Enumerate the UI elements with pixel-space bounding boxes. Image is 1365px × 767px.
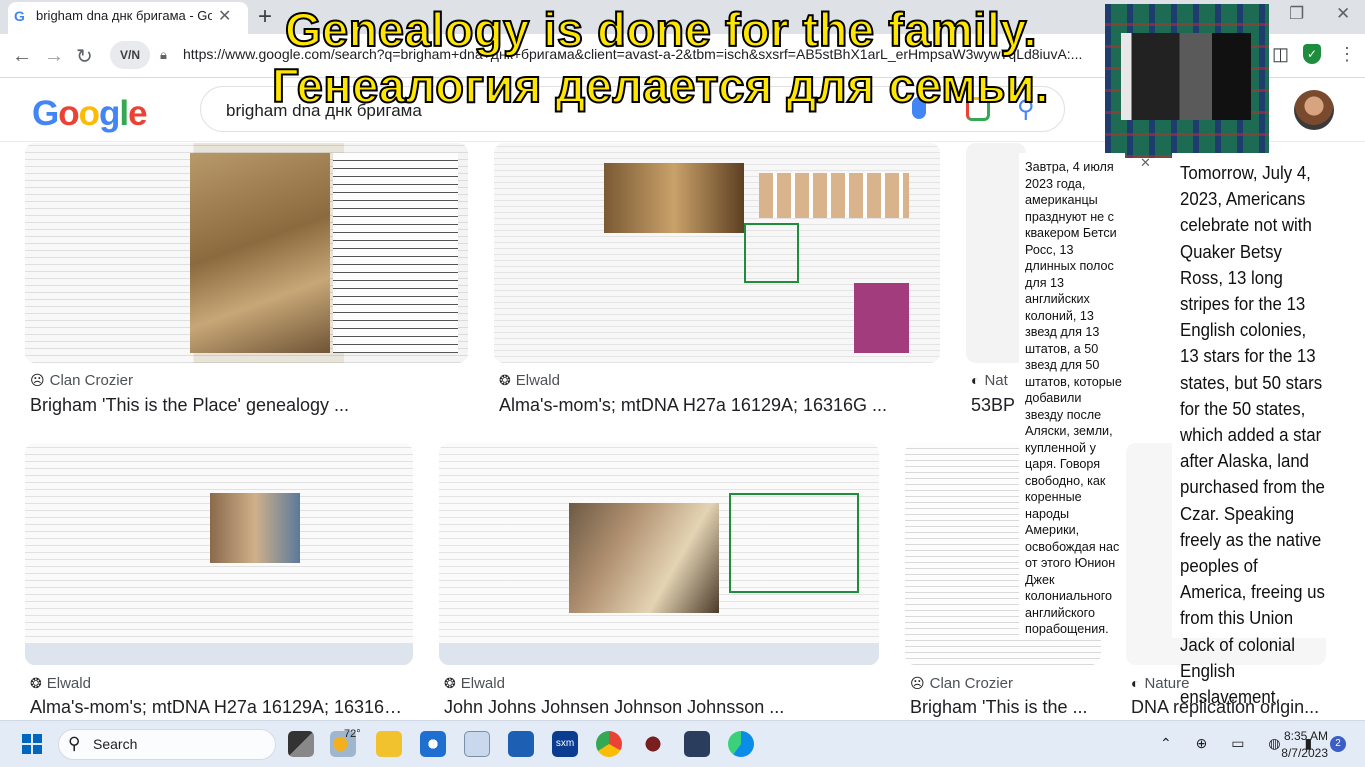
reload-icon[interactable]: ↻ [76, 44, 93, 69]
clock-time[interactable]: 8:35 AM [1278, 729, 1328, 743]
search-icon: ⚲ [68, 734, 81, 753]
source-favicon-icon: ❂ [444, 675, 456, 691]
new-tab-button[interactable]: + [258, 3, 272, 31]
avatar[interactable] [1294, 90, 1334, 130]
weather-temperature: 72° [344, 728, 361, 740]
siriusxm-icon[interactable]: sxm [552, 731, 578, 757]
security-shield-icon[interactable]: ✓ [1303, 44, 1321, 64]
window-close-button[interactable]: ✕ [1336, 4, 1350, 24]
result-source[interactable]: ☹ Clan Crozier [910, 675, 1013, 692]
result-title[interactable]: John Johns Johnsen Johnson Johnsson ... [444, 697, 884, 718]
vpn-button[interactable]: V/N [110, 41, 150, 69]
result-title[interactable]: Alma's-mom's; mtDNA H27a 16129A; 16316G … [30, 697, 410, 718]
result-source[interactable]: ❂ Elwald [444, 675, 505, 692]
side-panel-icon[interactable]: ◫ [1272, 44, 1289, 65]
notification-badge[interactable]: 2 [1330, 736, 1346, 752]
source-favicon-icon: ◐ [1131, 675, 1140, 691]
notepad-icon[interactable] [508, 731, 534, 757]
source-favicon-icon: ❂ [499, 372, 511, 388]
english-note-text: Tomorrow, July 4, 2023, Americans celebr… [1180, 162, 1325, 708]
file-explorer-icon[interactable] [376, 731, 402, 757]
app-icon[interactable] [684, 731, 710, 757]
result-thumbnail[interactable] [25, 143, 468, 363]
portrait-photo-image [1121, 33, 1251, 120]
result-thumbnail[interactable] [494, 143, 940, 363]
result-source[interactable]: ❂ Elwald [499, 372, 560, 389]
source-label: Elwald [460, 675, 505, 692]
result-title[interactable]: Brigham 'This is the ... [910, 697, 1100, 718]
result-title[interactable]: Alma's-mom's; mtDNA H27a 16129A; 16316G … [499, 395, 939, 416]
result-title[interactable]: Brigham 'This is the Place' genealogy ..… [30, 395, 450, 416]
taskbar-search-label: Search [93, 736, 138, 752]
source-favicon-icon: ☹ [910, 675, 925, 691]
note-close-icon[interactable]: ✕ [1140, 155, 1151, 171]
headline-russian: Генеалогия делается для семьи. [271, 58, 1049, 113]
chrome-icon[interactable] [596, 731, 622, 757]
result-source[interactable]: ◐ Nat [971, 372, 1008, 389]
task-view-icon[interactable] [288, 731, 314, 757]
russian-note-text: Завтра, 4 июля 2023 года, американцы пра… [1025, 160, 1122, 636]
source-favicon-icon: ❂ [30, 675, 42, 691]
result-source[interactable]: ☹ Clan Crozier [30, 372, 133, 389]
headline-english: Genealogy is done for the family. [284, 2, 1038, 57]
source-label: Clan Crozier [929, 675, 1013, 692]
source-label: Nat [984, 372, 1008, 389]
windows-start-icon[interactable] [22, 734, 42, 754]
maximize-button[interactable]: ❐ [1289, 4, 1304, 24]
app-icon[interactable] [464, 731, 490, 757]
app-icon[interactable] [640, 731, 666, 757]
tab-close-icon[interactable]: ✕ [218, 6, 231, 26]
result-source[interactable]: ❂ Elwald [30, 675, 91, 692]
google-logo[interactable]: Google [32, 94, 148, 134]
google-favicon-icon: G [14, 8, 25, 24]
result-title[interactable]: 53BP [971, 395, 1019, 416]
lock-icon[interactable]: 🔒︎ [160, 47, 167, 63]
result-thumbnail[interactable] [25, 443, 413, 665]
clock-date[interactable]: 8/7/2023 [1270, 746, 1328, 760]
result-thumbnail[interactable] [439, 443, 879, 665]
edge-icon[interactable] [728, 731, 754, 757]
taskbar-search-box[interactable] [58, 729, 276, 760]
app-icon[interactable] [420, 731, 446, 757]
source-label: Elwald [46, 675, 91, 692]
forward-arrow-icon[interactable]: → [44, 45, 64, 68]
source-favicon-icon: ◐ [971, 372, 980, 388]
tab-title: brigham dna днк бригама - Goo [36, 8, 212, 23]
menu-icon[interactable]: ⋮ [1338, 44, 1356, 65]
back-arrow-icon[interactable]: ← [12, 45, 32, 68]
source-label: Clan Crozier [49, 372, 133, 389]
source-favicon-icon: ☹ [30, 372, 45, 388]
result-thumbnail[interactable] [966, 143, 1026, 363]
source-label: Elwald [515, 372, 560, 389]
